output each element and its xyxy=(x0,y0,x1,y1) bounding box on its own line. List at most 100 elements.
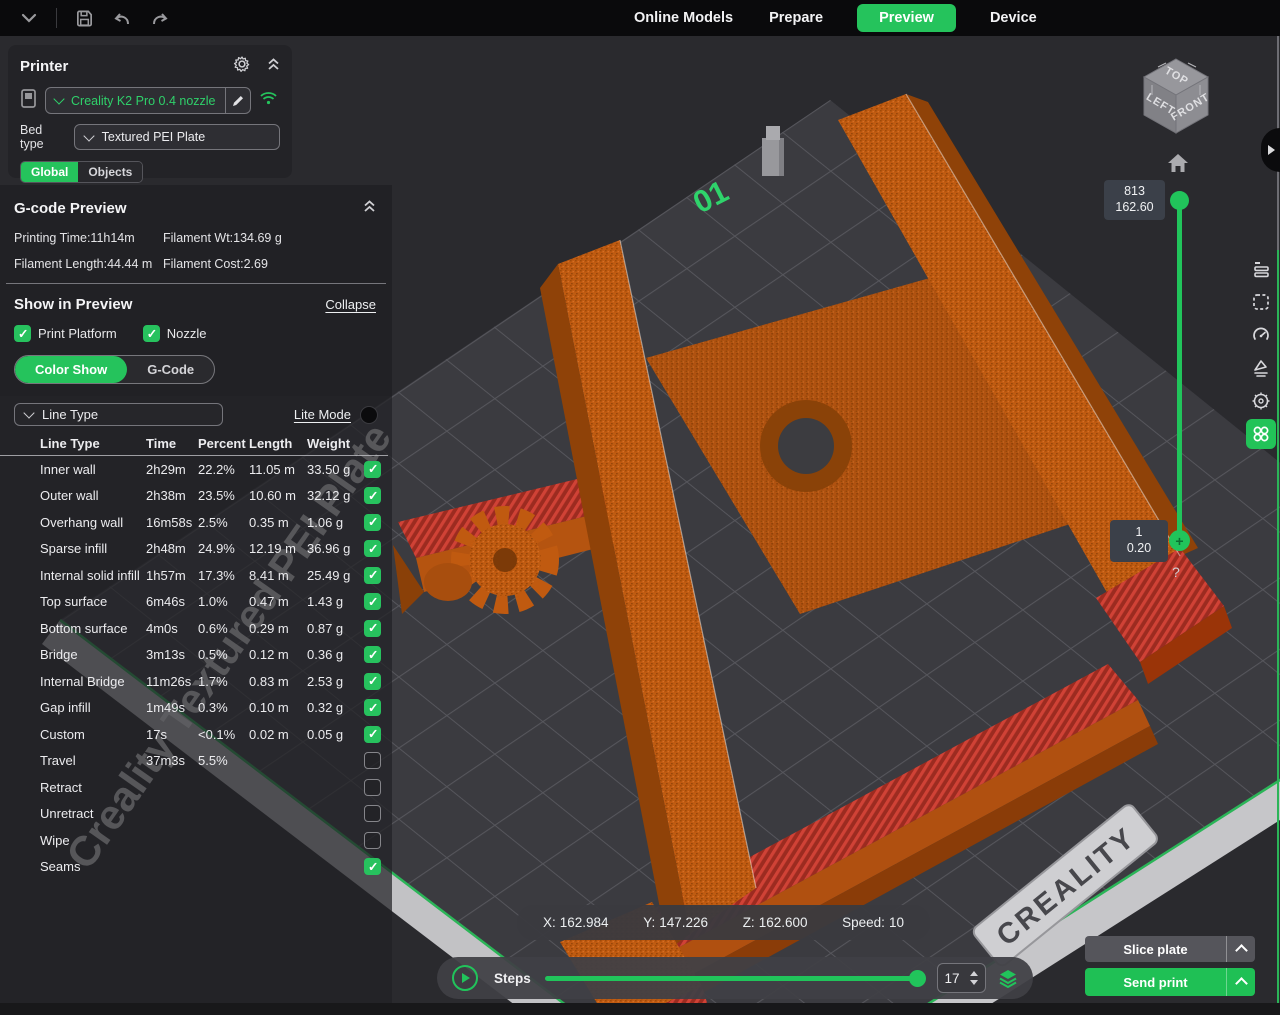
lite-mode-toggle[interactable] xyxy=(360,406,378,424)
custom-visibility-checkbox[interactable] xyxy=(364,726,381,743)
slice-plate-button[interactable]: Slice plate xyxy=(1085,936,1255,962)
layer-slider-track[interactable] xyxy=(1177,200,1182,540)
seams-visibility-checkbox[interactable] xyxy=(364,858,381,875)
cell-length: 0.12 m xyxy=(249,647,307,662)
cell-time: 4m0s xyxy=(146,621,198,636)
steps-slider-handle[interactable] xyxy=(909,970,926,987)
layers-icon[interactable] xyxy=(998,968,1018,988)
send-print-button[interactable]: Send print xyxy=(1085,968,1255,996)
printer-panel-collapse-icon[interactable] xyxy=(267,57,280,76)
help-icon[interactable]: ? xyxy=(1172,564,1180,580)
gcode-panel-collapse-icon[interactable] xyxy=(363,199,376,218)
layer-slider-top-handle[interactable] xyxy=(1170,191,1189,210)
bed-type-select[interactable]: Textured PEI Plate xyxy=(74,124,280,150)
bottom-surface-visibility-checkbox[interactable] xyxy=(364,620,381,637)
play-button[interactable] xyxy=(452,965,478,991)
wipe-visibility-checkbox[interactable] xyxy=(364,832,381,849)
inner-wall-visibility-checkbox[interactable] xyxy=(364,461,381,478)
outer-wall-visibility-checkbox[interactable] xyxy=(364,487,381,504)
steps-increment-icon[interactable] xyxy=(970,971,978,976)
steps-value[interactable]: 17 xyxy=(938,971,966,986)
layer-slider-bottom-handle[interactable]: + xyxy=(1169,530,1190,551)
tab-preview[interactable]: Preview xyxy=(857,4,956,32)
printer-settings-gear-icon[interactable] xyxy=(233,55,251,78)
scope-tabs: GlobalObjects xyxy=(20,161,143,183)
line-type-row-bottom-surface[interactable]: Bottom surface4m0s0.6%0.29 m0.87 g xyxy=(0,615,392,642)
tab-device[interactable]: Device xyxy=(988,4,1039,32)
steps-stepper[interactable]: 17 xyxy=(937,963,986,993)
line-width-icon[interactable] xyxy=(1246,254,1276,284)
cell-name: Wipe xyxy=(40,833,146,848)
line-type-row-travel[interactable]: Travel37m3s5.5% xyxy=(0,748,392,775)
speed-gauge-icon[interactable] xyxy=(1246,320,1276,350)
internal-solid-infill-visibility-checkbox[interactable] xyxy=(364,567,381,584)
fan-speed-icon[interactable] xyxy=(1246,353,1276,383)
cell-weight: 1.43 g xyxy=(307,594,364,609)
line-type-row-outer-wall[interactable]: Outer wall2h38m23.5%10.60 m32.12 g xyxy=(0,483,392,510)
line-type-row-internal-bridge[interactable]: Internal Bridge11m26s1.7%0.83 m2.53 g xyxy=(0,668,392,695)
slice-options-chevron[interactable] xyxy=(1226,936,1255,962)
unretract-visibility-checkbox[interactable] xyxy=(364,805,381,822)
cell-weight: 0.32 g xyxy=(307,700,364,715)
send-options-chevron[interactable] xyxy=(1226,968,1255,996)
temperature-icon[interactable] xyxy=(1246,386,1276,416)
line-type-row-top-surface[interactable]: Top surface6m46s1.0%0.47 m1.43 g xyxy=(0,589,392,616)
cell-time: 2h29m xyxy=(146,462,198,477)
collapse-link[interactable]: Collapse xyxy=(325,297,376,312)
bridge-visibility-checkbox[interactable] xyxy=(364,646,381,663)
line-type-row-custom[interactable]: Custom17s<0.1%0.02 m0.05 g xyxy=(0,721,392,748)
line-type-select[interactable]: Line Type xyxy=(14,403,223,426)
wifi-icon[interactable] xyxy=(259,90,278,111)
save-icon[interactable] xyxy=(75,9,94,28)
flow-icon[interactable] xyxy=(1246,419,1276,449)
printer-panel-title: Printer xyxy=(20,58,233,75)
line-type-row-sparse-infill[interactable]: Sparse infill2h48m24.9%12.19 m36.96 g xyxy=(0,536,392,563)
overhang-wall-visibility-checkbox[interactable] xyxy=(364,514,381,531)
tab-prepare[interactable]: Prepare xyxy=(767,4,825,32)
scope-tab-global[interactable]: Global xyxy=(21,162,78,182)
nozzle-checkbox[interactable] xyxy=(143,325,160,342)
mode-tab-color-show[interactable]: Color Show xyxy=(15,356,127,383)
line-type-row-bridge[interactable]: Bridge3m13s0.5%0.12 m0.36 g xyxy=(0,642,392,669)
cell-time: 6m46s xyxy=(146,594,198,609)
gap-infill-visibility-checkbox[interactable] xyxy=(364,699,381,716)
line-type-row-overhang-wall[interactable]: Overhang wall16m58s2.5%0.35 m1.06 g xyxy=(0,509,392,536)
travel-visibility-checkbox[interactable] xyxy=(364,752,381,769)
cell-name: Custom xyxy=(40,727,146,742)
internal-bridge-visibility-checkbox[interactable] xyxy=(364,673,381,690)
undo-icon[interactable] xyxy=(112,10,132,27)
line-type-row-gap-infill[interactable]: Gap infill1m49s0.3%0.10 m0.32 g xyxy=(0,695,392,722)
line-type-row-wipe[interactable]: Wipe xyxy=(0,827,392,854)
cell-length: 0.29 m xyxy=(249,621,307,636)
cell-time: 2h38m xyxy=(146,488,198,503)
top-surface-visibility-checkbox[interactable] xyxy=(364,593,381,610)
cell-name: Top surface xyxy=(40,594,146,609)
steps-slider[interactable] xyxy=(545,976,923,981)
edit-printer-button[interactable] xyxy=(225,88,250,113)
cell-length: 0.02 m xyxy=(249,727,307,742)
printer-select[interactable]: Creality K2 Pro 0.4 nozzle xyxy=(45,87,251,114)
bounding-box-icon[interactable] xyxy=(1246,287,1276,317)
mode-tab-g-code[interactable]: G-Code xyxy=(127,356,214,383)
redo-icon[interactable] xyxy=(150,10,170,27)
scope-tab-objects[interactable]: Objects xyxy=(78,162,142,182)
cell-name: Outer wall xyxy=(40,488,146,503)
cell-name: Internal solid infill xyxy=(40,568,146,583)
line-type-row-unretract[interactable]: Unretract xyxy=(0,801,392,828)
print-platform-checkbox[interactable] xyxy=(14,325,31,342)
line-type-row-inner-wall[interactable]: Inner wall2h29m22.2%11.05 m33.50 g xyxy=(0,456,392,483)
cell-percent: 17.3% xyxy=(198,568,249,583)
steps-bar: Steps 17 xyxy=(437,957,1033,999)
line-type-row-retract[interactable]: Retract xyxy=(0,774,392,801)
steps-label: Steps xyxy=(494,971,531,986)
cell-percent: 5.5% xyxy=(198,753,249,768)
sparse-infill-visibility-checkbox[interactable] xyxy=(364,540,381,557)
steps-decrement-icon[interactable] xyxy=(970,980,978,985)
retract-visibility-checkbox[interactable] xyxy=(364,779,381,796)
line-type-row-internal-solid-infill[interactable]: Internal solid infill1h57m17.3%8.41 m25.… xyxy=(0,562,392,589)
tab-online-models[interactable]: Online Models xyxy=(632,4,735,32)
window-menu-icon[interactable] xyxy=(20,11,38,25)
view-cube[interactable]: TOP LEFT FRONT xyxy=(1138,55,1218,144)
home-view-icon[interactable] xyxy=(1166,152,1190,179)
line-type-row-seams[interactable]: Seams xyxy=(0,854,392,881)
